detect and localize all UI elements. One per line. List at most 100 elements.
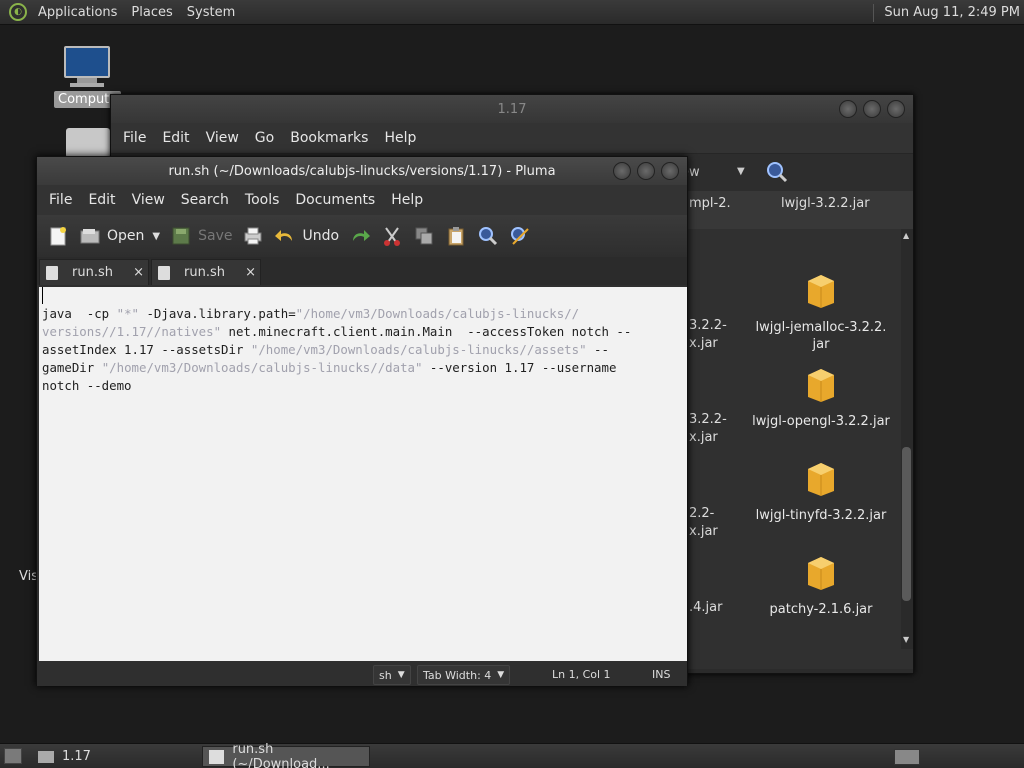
open-folder-icon: [80, 229, 100, 244]
file-item[interactable]: patchy-2.1.6.jar: [751, 553, 891, 618]
maximize-button[interactable]: [863, 100, 881, 118]
cursor-position: Ln 1, Col 1: [552, 668, 611, 681]
system-menu[interactable]: System: [180, 5, 242, 20]
search-icon: [479, 227, 498, 246]
close-icon[interactable]: ×: [245, 265, 256, 280]
editor-titlebar[interactable]: run.sh (~/Downloads/calubjs-linucks/vers…: [37, 157, 687, 185]
code-line: assetIndex 1.17 --assetsDir "/home/vm3/D…: [42, 342, 609, 357]
insert-mode: INS: [652, 668, 671, 681]
menu-file[interactable]: File: [41, 192, 80, 208]
file-label-partial[interactable]: 3.2.2-: [689, 317, 727, 335]
document-icon: [158, 265, 170, 280]
open-button[interactable]: Open ▼: [79, 225, 160, 247]
folder-icon: [38, 750, 54, 763]
printer-icon: [244, 227, 262, 245]
show-desktop-icon[interactable]: [4, 748, 22, 764]
tab-label: run.sh: [72, 265, 113, 280]
menu-tools[interactable]: Tools: [237, 192, 288, 208]
file-label-partial[interactable]: .4.jar: [689, 599, 722, 617]
clock[interactable]: Sun Aug 11, 2:49 PM: [884, 5, 1020, 20]
paste-button[interactable]: [445, 225, 467, 247]
file-item[interactable]: lwjgl-opengl-3.2.2.jar: [751, 365, 891, 430]
code-line: notch --demo: [42, 378, 132, 393]
menu-documents[interactable]: Documents: [287, 192, 383, 208]
menu-help[interactable]: Help: [376, 130, 424, 146]
find-button[interactable]: [477, 225, 499, 247]
bottom-panel: 1.17 run.sh (~/Download...: [0, 742, 1024, 768]
menu-edit[interactable]: Edit: [154, 130, 197, 146]
file-label-partial[interactable]: x.jar: [689, 335, 718, 353]
cut-button[interactable]: [381, 225, 403, 247]
document-icon: [46, 265, 58, 280]
window-title: run.sh (~/Downloads/calubjs-linucks/vers…: [168, 163, 556, 179]
jar-file-icon: [808, 369, 834, 402]
chevron-down-icon: ▼: [497, 670, 505, 680]
menu-file[interactable]: File: [115, 130, 154, 146]
text-editor-icon: [209, 749, 225, 764]
scrollbar-thumb[interactable]: [902, 447, 911, 601]
top-panel: ◐ Applications Places System Sun Aug 11,…: [0, 0, 1024, 25]
menu-bookmarks[interactable]: Bookmarks: [282, 130, 376, 146]
scroll-up-arrow-icon[interactable]: ▲: [903, 231, 909, 240]
chevron-down-icon[interactable]: ▼: [152, 231, 160, 242]
file-label-partial[interactable]: x.jar: [689, 429, 718, 447]
panel-separator: [873, 3, 875, 22]
jar-file-icon: [808, 275, 834, 308]
copy-button[interactable]: [413, 225, 435, 247]
editor-statusbar: sh ▼ Tab Width: 4 ▼ Ln 1, Col 1 INS: [37, 662, 687, 686]
save-label: Save: [198, 228, 233, 244]
menu-edit[interactable]: Edit: [80, 192, 123, 208]
save-icon: [172, 227, 190, 245]
menu-go[interactable]: Go: [247, 130, 282, 146]
document-tab[interactable]: run.sh ×: [39, 259, 149, 285]
file-label[interactable]: lwjgl-3.2.2.jar: [781, 195, 870, 213]
undo-label: Undo: [302, 228, 340, 244]
text-editor-area[interactable]: java -cp "*" -Djava.library.path="/home/…: [39, 287, 687, 661]
taskbar-item-editor[interactable]: run.sh (~/Download...: [202, 742, 370, 768]
file-name: jar: [812, 337, 830, 352]
close-icon[interactable]: ×: [133, 265, 144, 280]
search-icon[interactable]: [765, 160, 789, 184]
redo-button[interactable]: [349, 225, 371, 247]
find-replace-button[interactable]: [509, 225, 531, 247]
undo-button[interactable]: Undo: [274, 225, 339, 247]
code-line: gameDir "/home/vm3/Downloads/calubjs-lin…: [42, 360, 617, 375]
document-tab-active[interactable]: run.sh ×: [151, 259, 261, 285]
close-button[interactable]: [661, 162, 679, 180]
chevron-down-icon[interactable]: ▼: [737, 166, 745, 177]
menu-help[interactable]: Help: [383, 192, 431, 208]
clipboard-icon: [448, 227, 464, 246]
file-label-partial[interactable]: mpl-2.: [689, 195, 731, 213]
menu-search[interactable]: Search: [173, 192, 237, 208]
code-line: versions//1.17//natives" net.minecraft.c…: [42, 324, 632, 339]
scroll-down-arrow-icon[interactable]: ▼: [903, 635, 909, 644]
close-button[interactable]: [887, 100, 905, 118]
tab-width-select[interactable]: Tab Width: 4 ▼: [417, 665, 511, 685]
file-label-partial[interactable]: 2.2-: [689, 505, 714, 523]
new-document-button[interactable]: [47, 225, 69, 247]
editor-toolbar: Open ▼ Save Undo: [37, 215, 687, 257]
language-select[interactable]: sh ▼: [373, 665, 411, 685]
minimize-button[interactable]: [839, 100, 857, 118]
file-manager-titlebar[interactable]: 1.17: [111, 95, 913, 123]
text-caret: [42, 287, 43, 304]
file-item[interactable]: lwjgl-jemalloc-3.2.2. jar: [751, 271, 891, 353]
menu-view[interactable]: View: [198, 130, 247, 146]
save-button[interactable]: Save: [170, 225, 232, 247]
minimize-button[interactable]: [613, 162, 631, 180]
file-label-partial[interactable]: 3.2.2-: [689, 411, 727, 429]
file-label-partial[interactable]: x.jar: [689, 523, 718, 541]
home-folder-icon[interactable]: [66, 128, 110, 158]
jar-file-icon: [808, 463, 834, 496]
file-item[interactable]: lwjgl-tinyfd-3.2.2.jar: [751, 459, 891, 524]
applications-menu[interactable]: Applications: [31, 5, 124, 20]
maximize-button[interactable]: [637, 162, 655, 180]
chevron-down-icon: ▼: [397, 670, 405, 680]
workspace-switcher[interactable]: [894, 749, 920, 765]
places-menu[interactable]: Places: [124, 5, 179, 20]
menu-view[interactable]: View: [124, 192, 173, 208]
taskbar-item-file-manager[interactable]: 1.17: [32, 746, 196, 767]
print-button[interactable]: [242, 225, 264, 247]
mate-logo-icon[interactable]: ◐: [9, 3, 27, 21]
